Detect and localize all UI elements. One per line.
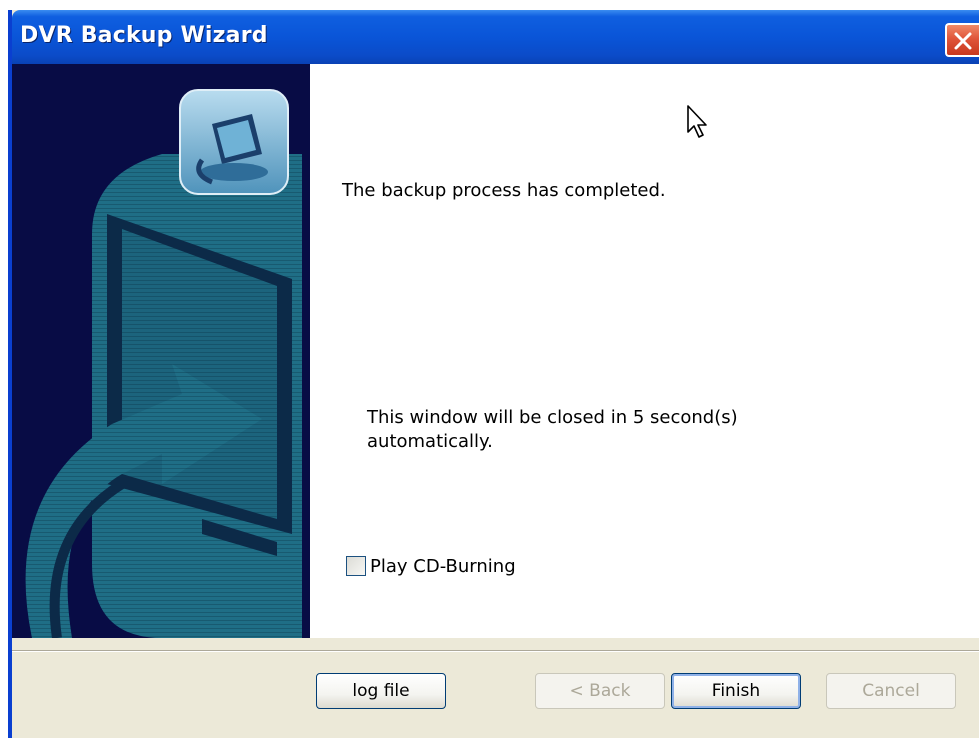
back-button[interactable]: < Back	[535, 673, 665, 709]
wizard-window: DVR Backup Wizard The backup process has…	[8, 10, 979, 738]
finish-button[interactable]: Finish	[671, 673, 801, 709]
completion-message: The backup process has completed.	[342, 180, 666, 201]
play-cd-burning-label[interactable]: Play CD-Burning	[370, 556, 516, 577]
window-title: DVR Backup Wizard	[20, 23, 268, 48]
close-button[interactable]	[945, 23, 979, 57]
title-bar[interactable]: DVR Backup Wizard	[12, 10, 979, 64]
computer-arrow-illustration	[25, 89, 302, 638]
log-file-button[interactable]: log file	[316, 673, 446, 709]
play-cd-burning-option[interactable]: Play CD-Burning	[346, 554, 516, 578]
auto-close-message: This window will be closed in 5 second(s…	[367, 407, 738, 452]
close-icon	[954, 32, 972, 50]
wizard-side-banner	[12, 64, 310, 638]
play-cd-burning-checkbox[interactable]	[346, 556, 366, 576]
footer-divider	[12, 650, 979, 652]
cancel-button[interactable]: Cancel	[826, 673, 956, 709]
mouse-pointer-icon	[687, 105, 707, 138]
wizard-content: The backup process has completed. This w…	[310, 64, 979, 638]
